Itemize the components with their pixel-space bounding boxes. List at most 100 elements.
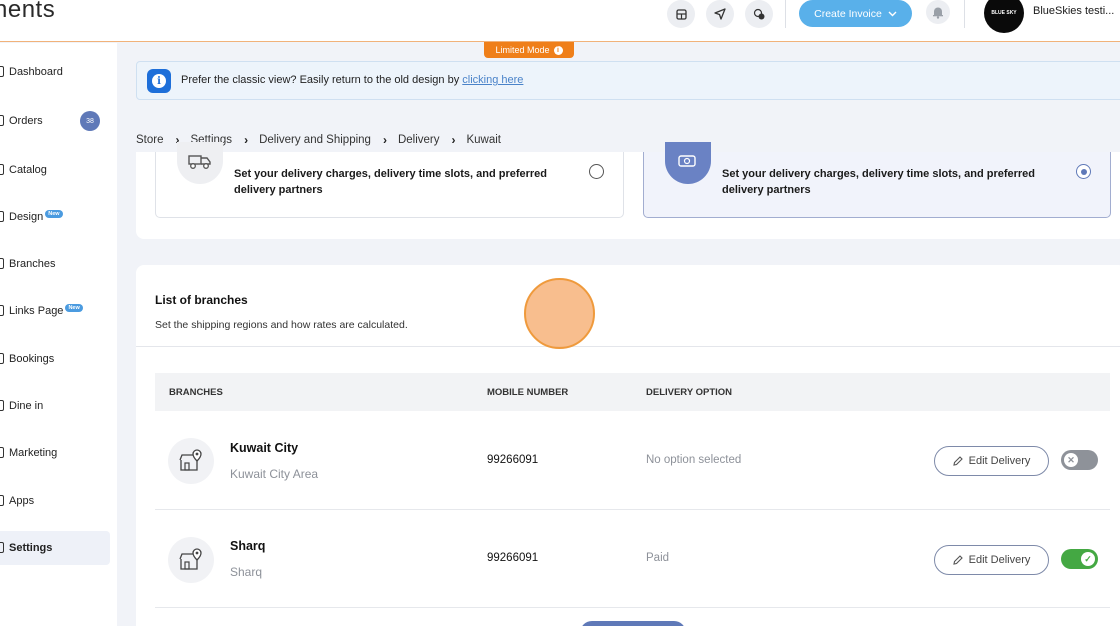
divider xyxy=(785,0,786,28)
sidebar-item-label: Dashboard xyxy=(9,66,63,78)
delivery-option-radio[interactable] xyxy=(589,164,604,179)
sidebar-item-label: Design xyxy=(9,211,44,223)
sidebar-item-orders[interactable]: Orders 38 xyxy=(0,104,110,138)
delivery-option-description: Set your delivery charges, delivery time… xyxy=(234,168,548,196)
breadcrumb-delivery[interactable]: Delivery xyxy=(398,134,440,146)
sidebar-item-label: Marketing xyxy=(9,447,58,459)
branches-title: List of branches xyxy=(155,293,248,307)
bookings-icon xyxy=(0,353,4,364)
info-icon: i xyxy=(147,69,171,93)
sidebar-item-settings[interactable]: Settings xyxy=(0,531,110,565)
delivery-partner-icon xyxy=(665,142,711,184)
branch-enabled-toggle[interactable]: ✓ xyxy=(1061,549,1098,569)
store-icon xyxy=(675,8,687,20)
sidebar-item-label: Settings xyxy=(9,542,53,554)
sidebar-item-branches[interactable]: Branches xyxy=(0,247,110,281)
sidebar-item-label: Bookings xyxy=(9,353,55,365)
branches-icon xyxy=(0,258,4,269)
dashboard-icon xyxy=(0,66,4,77)
breadcrumb-delivery-shipping[interactable]: Delivery and Shipping xyxy=(259,134,371,146)
delivery-truck-icon xyxy=(177,142,223,184)
top-bar: nents Create Invoice BLUE SKY BlueSkies … xyxy=(0,0,1120,42)
delivery-option-radio-selected[interactable] xyxy=(1076,164,1091,179)
orders-icon xyxy=(0,115,4,126)
sidebar-item-design[interactable]: Design New xyxy=(0,200,110,234)
sidebar-item-label-wrap: Design New xyxy=(9,210,63,223)
store-name[interactable]: BlueSkies testi... xyxy=(1033,5,1114,17)
pencil-icon xyxy=(952,456,963,466)
chevron-right-icon: › xyxy=(451,133,456,147)
column-header-delivery-option: DELIVERY OPTION xyxy=(646,387,733,398)
brand-logo-text: nents xyxy=(0,0,56,23)
delivery-option-card-selected[interactable]: Set your delivery charges, delivery time… xyxy=(643,142,1111,218)
store-avatar[interactable]: BLUE SKY xyxy=(984,0,1024,33)
sidebar-item-label: Links Page xyxy=(9,305,64,317)
apps-icon xyxy=(0,495,4,506)
info-icon: i xyxy=(553,45,563,55)
branch-name: Kuwait City xyxy=(230,441,299,455)
sidebar-item-links-page[interactable]: Links Page New xyxy=(0,294,110,328)
branch-enabled-toggle[interactable]: ✕ xyxy=(1061,450,1098,470)
notifications-button[interactable] xyxy=(926,0,950,24)
divider xyxy=(136,346,1120,347)
column-header-mobile: MOBILE NUMBER xyxy=(487,387,569,398)
sidebar-item-dine-in[interactable]: Dine in xyxy=(0,389,110,423)
orders-count-badge: 38 xyxy=(80,111,100,131)
branches-subtitle: Set the shipping regions and how rates a… xyxy=(155,319,408,331)
edit-delivery-button[interactable]: Edit Delivery xyxy=(934,446,1049,476)
new-tag: New xyxy=(65,304,83,312)
chevron-right-icon: › xyxy=(382,133,387,147)
sidebar-item-dashboard[interactable]: Dashboard xyxy=(0,55,110,89)
store-location-icon xyxy=(168,537,214,583)
catalog-icon xyxy=(0,164,4,175)
banner-text: Prefer the classic view? Easily return t… xyxy=(181,74,460,86)
breadcrumb-kuwait: Kuwait xyxy=(466,134,502,146)
limited-mode-badge[interactable]: Limited Mode i xyxy=(484,42,574,58)
branch-area: Sharq xyxy=(230,565,263,579)
breadcrumb-store[interactable]: Store xyxy=(136,134,164,146)
sidebar-item-catalog[interactable]: Catalog xyxy=(0,153,110,187)
edit-delivery-label: Edit Delivery xyxy=(968,455,1031,467)
branch-name: Sharq xyxy=(230,539,266,553)
design-icon xyxy=(0,211,4,222)
store-location-icon xyxy=(168,438,214,484)
sidebar-item-label: Orders xyxy=(9,115,43,127)
sidebar-item-label-wrap: Links Page New xyxy=(9,304,83,317)
link-icon xyxy=(0,305,4,316)
language-icon-button[interactable] xyxy=(745,0,773,28)
send-icon xyxy=(714,8,726,20)
delivery-option-description: Set your delivery charges, delivery time… xyxy=(722,168,1036,196)
sidebar-item-apps[interactable]: Apps xyxy=(0,484,110,518)
create-invoice-label: Create Invoice xyxy=(814,7,882,20)
sidebar-item-label: Apps xyxy=(9,495,35,507)
edit-delivery-button[interactable]: Edit Delivery xyxy=(934,545,1049,575)
sidebar-item-bookings[interactable]: Bookings xyxy=(0,342,110,376)
bell-icon xyxy=(933,7,943,19)
save-button[interactable] xyxy=(580,621,686,626)
close-icon: ✕ xyxy=(1064,453,1078,467)
divider xyxy=(964,0,965,28)
table-row: Sharq Sharq 99266091 Paid Edit Delivery … xyxy=(155,510,1110,608)
classic-view-link[interactable]: clicking here xyxy=(462,74,523,86)
banner-text-wrap: Prefer the classic view? Easily return t… xyxy=(181,74,523,86)
sidebar-item-marketing[interactable]: Marketing xyxy=(0,436,110,470)
branch-delivery-option: No option selected xyxy=(646,454,742,466)
delivery-option-card[interactable]: Set your delivery charges, delivery time… xyxy=(155,142,624,218)
create-invoice-button[interactable]: Create Invoice xyxy=(799,0,912,27)
cursor-highlight xyxy=(524,278,595,349)
language-icon xyxy=(753,8,764,19)
check-icon: ✓ xyxy=(1081,552,1095,566)
dine-in-icon xyxy=(0,400,4,411)
send-icon-button[interactable] xyxy=(706,0,734,28)
classic-view-banner: i Prefer the classic view? Easily return… xyxy=(136,61,1120,100)
table-header: BRANCHES MOBILE NUMBER DELIVERY OPTION xyxy=(155,373,1110,411)
branch-area: Kuwait City Area xyxy=(230,467,319,481)
edit-delivery-label: Edit Delivery xyxy=(968,554,1031,566)
branch-delivery-option: Paid xyxy=(646,552,670,564)
column-header-branches: BRANCHES xyxy=(169,387,223,398)
table-row: Kuwait City Kuwait City Area 99266091 No… xyxy=(155,412,1110,510)
sidebar-item-label: Dine in xyxy=(9,400,44,412)
store-icon-button[interactable] xyxy=(667,0,695,28)
pencil-icon xyxy=(952,555,963,565)
sidebar: Dashboard Orders 38 Catalog Design New Br… xyxy=(0,43,117,626)
